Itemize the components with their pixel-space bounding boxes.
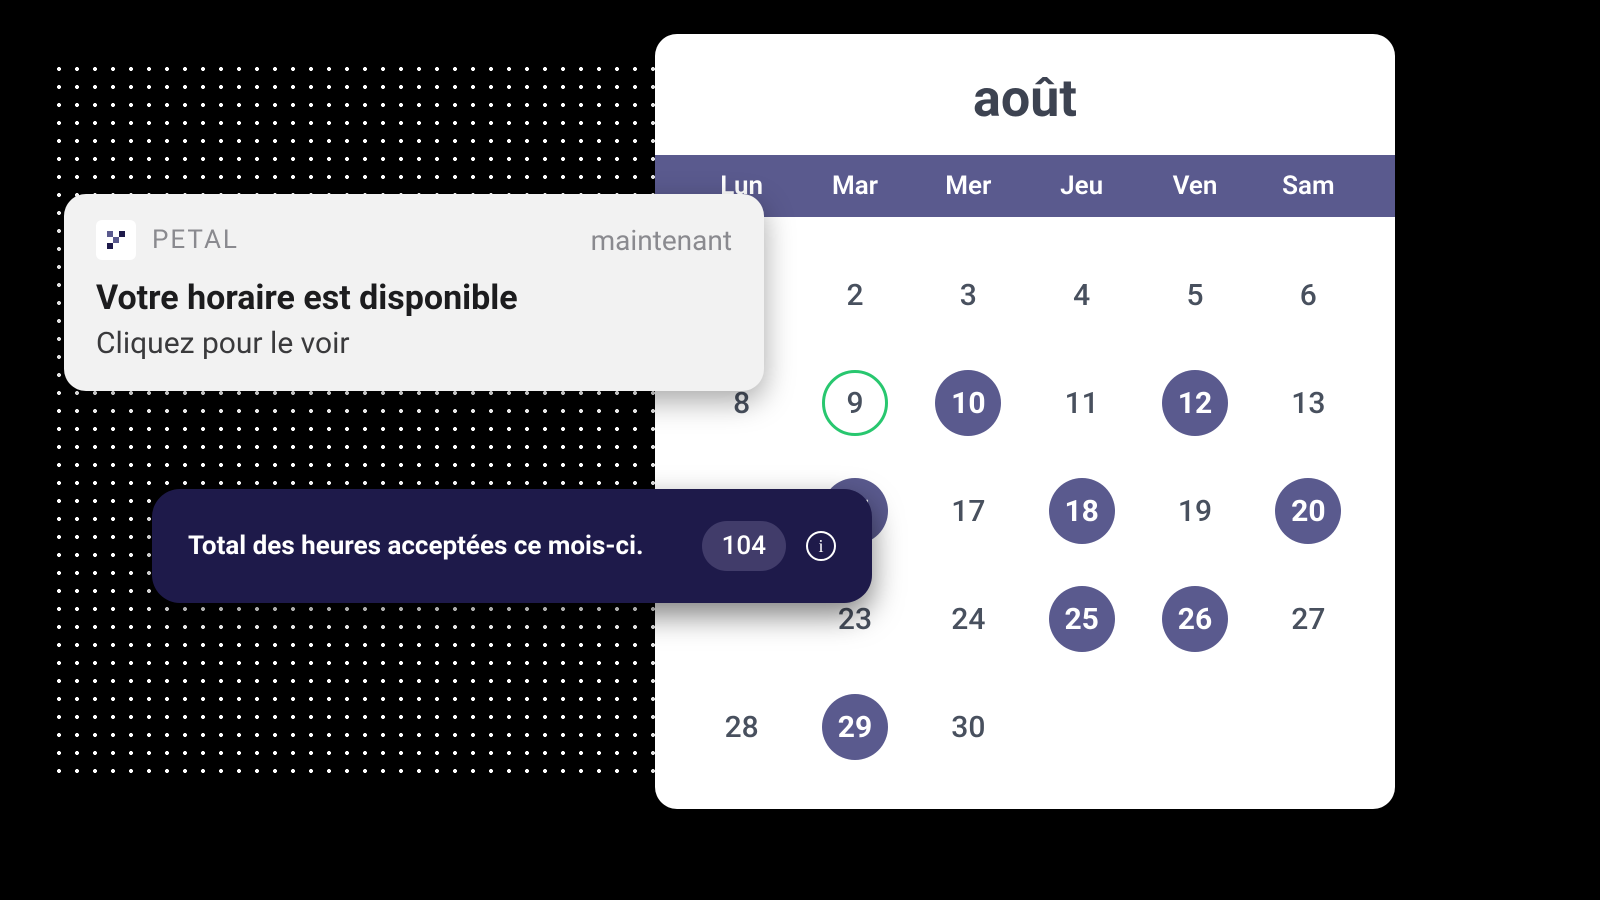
calendar-day-cell: 4 [1025,259,1138,331]
calendar-day-cell: 17 [912,475,1025,547]
calendar-day[interactable]: 30 [935,694,1001,760]
calendar-day-cell: 10 [912,367,1025,439]
calendar-weekday-header: LunMarMerJeuVenSam [655,155,1395,217]
calendar-day-cell: 3 [912,259,1025,331]
calendar-day[interactable]: 13 [1275,370,1341,436]
calendar-day-cell [1252,691,1365,763]
notification-body: Cliquez pour le voir [96,326,732,361]
calendar-day-today[interactable]: 9 [822,370,888,436]
calendar-day-cell: 18 [1025,475,1138,547]
calendar-card: août LunMarMerJeuVenSam 1234568910111213… [655,34,1395,809]
petal-app-icon [96,220,136,260]
calendar-day-cell: 2 [798,259,911,331]
accepted-hours-summary: Total des heures acceptées ce mois-ci. 1… [152,489,872,603]
calendar-day-cell: 13 [1252,367,1365,439]
calendar-day[interactable]: 2 [822,262,888,328]
info-icon[interactable]: i [806,531,836,561]
calendar-day[interactable]: 24 [935,586,1001,652]
calendar-day-selected[interactable]: 12 [1162,370,1228,436]
calendar-day-cell: 28 [685,691,798,763]
calendar-weekday: Jeu [1025,171,1138,201]
notification-card[interactable]: PETAL maintenant Votre horaire est dispo… [64,194,764,391]
calendar-weekday: Mer [912,171,1025,201]
calendar-day[interactable]: 27 [1275,586,1341,652]
calendar-day-cell: 12 [1138,367,1251,439]
calendar-day-cell: 9 [798,367,911,439]
accepted-hours-value: 104 [702,521,786,571]
calendar-month-title: août [655,34,1395,155]
calendar-day-selected[interactable]: 26 [1162,586,1228,652]
calendar-day-cell: 11 [1025,367,1138,439]
calendar-day-cell: 30 [912,691,1025,763]
accepted-hours-label: Total des heures acceptées ce mois-ci. [188,531,682,561]
calendar-day-cell: 26 [1138,583,1251,655]
calendar-day-cell: 19 [1138,475,1251,547]
calendar-day[interactable]: 4 [1049,262,1115,328]
calendar-day[interactable]: 11 [1049,370,1115,436]
calendar-day-selected[interactable]: 18 [1049,478,1115,544]
calendar-day-cell: 25 [1025,583,1138,655]
calendar-weekday: Ven [1138,171,1251,201]
calendar-day-selected[interactable]: 20 [1275,478,1341,544]
calendar-day[interactable]: 3 [935,262,1001,328]
calendar-day[interactable]: 19 [1162,478,1228,544]
calendar-day-cell: 27 [1252,583,1365,655]
calendar-day[interactable]: 28 [709,694,775,760]
calendar-weekday: Sam [1252,171,1365,201]
calendar-day-cell: 24 [912,583,1025,655]
calendar-day-cell: 20 [1252,475,1365,547]
notification-timestamp: maintenant [591,224,732,257]
calendar-weekday: Mar [798,171,911,201]
calendar-day-cell: 29 [798,691,911,763]
calendar-day-cell: 6 [1252,259,1365,331]
calendar-day[interactable]: 17 [935,478,1001,544]
calendar-day[interactable]: 6 [1275,262,1341,328]
calendar-day-cell [1138,691,1251,763]
notification-title: Votre horaire est disponible [96,278,732,318]
background-dot-pattern [50,60,690,780]
calendar-day-selected[interactable]: 10 [935,370,1001,436]
notification-header: PETAL maintenant [96,220,732,260]
calendar-day-selected[interactable]: 29 [822,694,888,760]
calendar-day-cell [1025,691,1138,763]
calendar-day-cell: 5 [1138,259,1251,331]
calendar-day[interactable]: 5 [1162,262,1228,328]
calendar-day-selected[interactable]: 25 [1049,586,1115,652]
notification-app-name: PETAL [152,225,575,255]
